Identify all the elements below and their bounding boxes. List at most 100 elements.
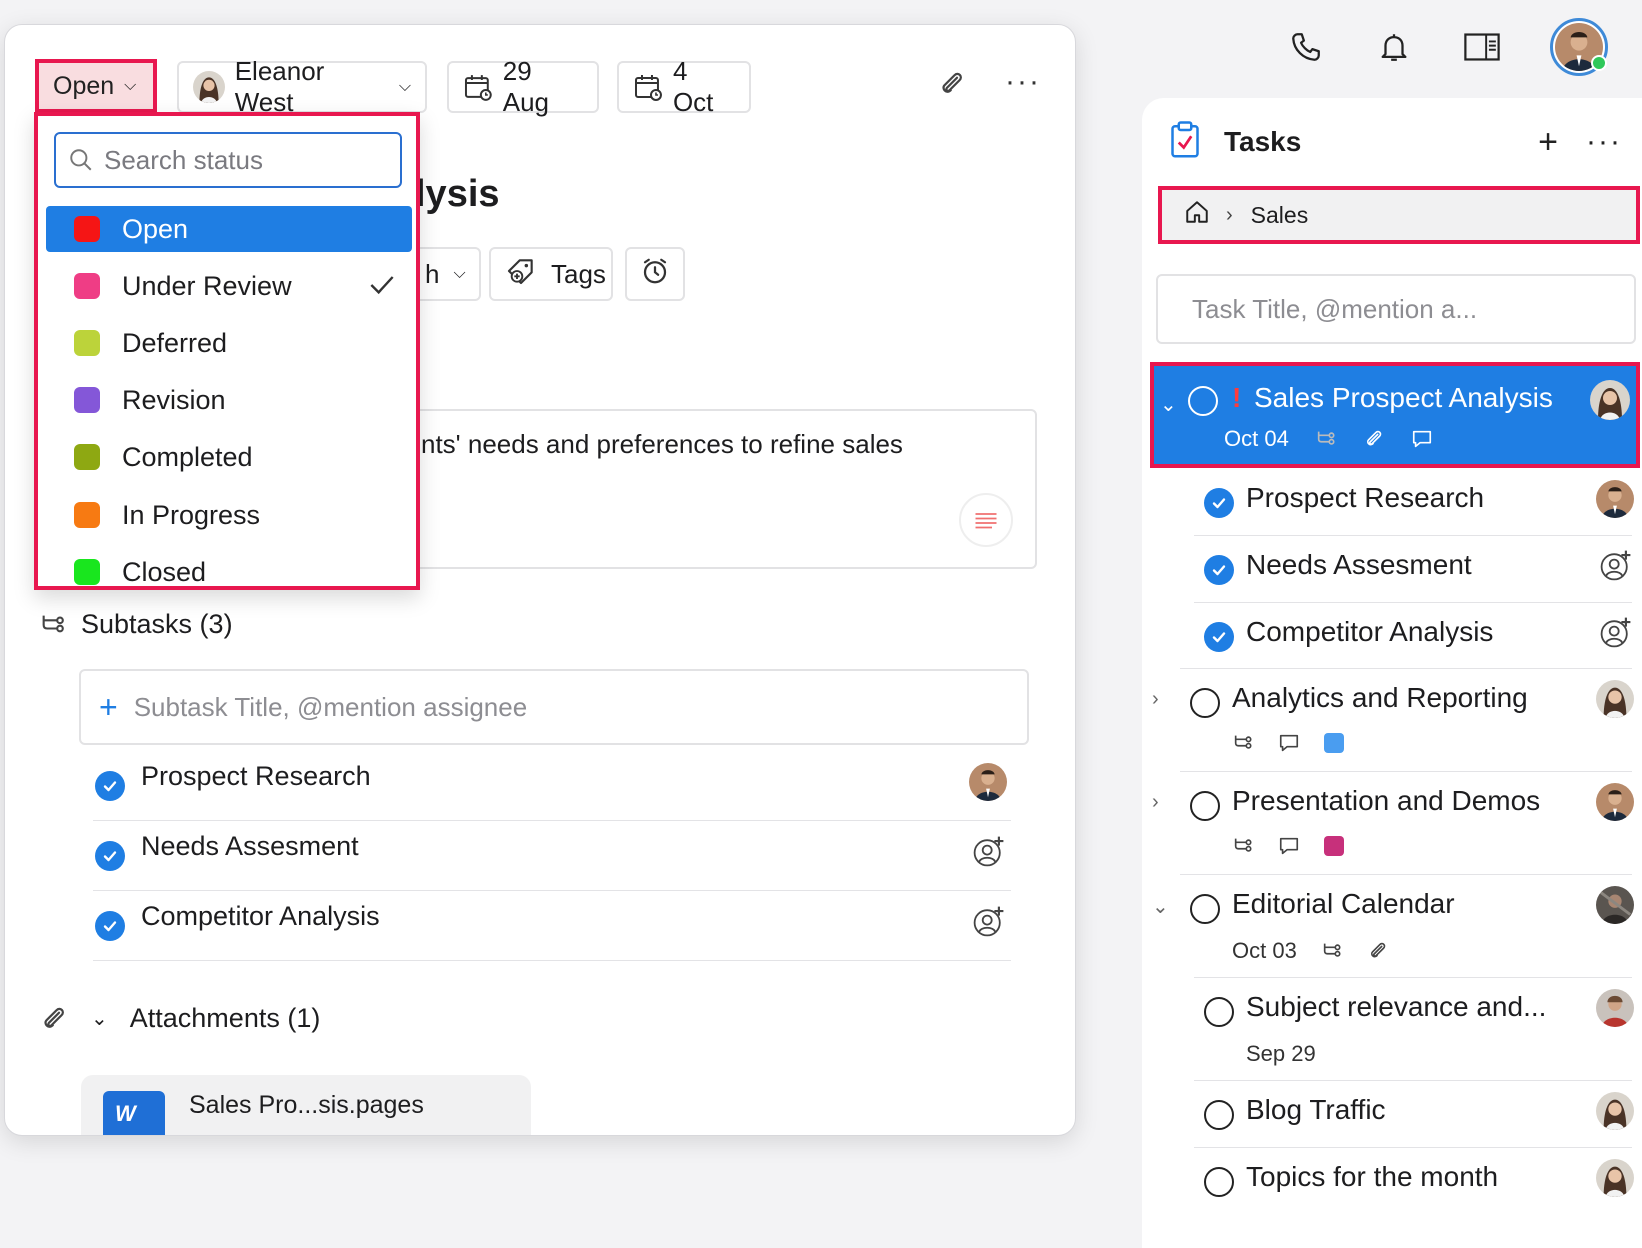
add-assignee-icon[interactable] (971, 903, 1007, 944)
start-date: 29 Aug (502, 56, 549, 117)
status-color-swatch (74, 273, 100, 299)
task-row[interactable]: Topics for the month (1142, 1147, 1642, 1215)
task-title[interactable]: lysis (415, 173, 500, 216)
add-task-icon[interactable]: + (1538, 125, 1558, 159)
task-done-check[interactable] (1204, 488, 1234, 518)
more-options-icon[interactable]: ··· (1586, 127, 1622, 157)
subtask-name: Prospect Research (141, 761, 371, 791)
status-color-swatch (74, 387, 100, 413)
home-icon[interactable] (1184, 199, 1210, 231)
task-done-check[interactable] (1204, 622, 1234, 652)
calendar-icon (633, 72, 663, 102)
status-search-input[interactable]: Search status (54, 132, 402, 188)
reminder-button[interactable] (625, 247, 685, 301)
task-row[interactable]: Competitor Analysis (1142, 602, 1642, 670)
selected-task-row[interactable]: ⌄ ! Sales Prospect Analysis Oct 04 (1150, 362, 1640, 468)
task-name: Competitor Analysis (1246, 616, 1494, 647)
status-option-label: In Progress (122, 499, 261, 530)
task-status-circle[interactable] (1190, 894, 1220, 924)
task-row[interactable]: Needs Assesment (1142, 535, 1642, 603)
status-color-swatch (74, 559, 100, 585)
assignee-chip[interactable]: Eleanor West ⌵ (177, 56, 427, 117)
add-assignee-icon[interactable] (1598, 547, 1634, 590)
pages-file-icon: W (103, 1091, 165, 1135)
task-status-circle[interactable] (1188, 386, 1218, 416)
task-meta: Oct 03 (1232, 938, 1389, 964)
task-row[interactable]: › Analytics and Reporting (1142, 668, 1642, 772)
task-row[interactable]: ⌄ Editorial Calendar Oct 03 (1142, 874, 1642, 978)
plus-icon: + (99, 688, 118, 725)
chevron-down-icon: ⌵ (398, 78, 411, 95)
breadcrumb-sales[interactable]: Sales (1251, 202, 1309, 229)
start-date-chip[interactable]: 29 Aug (447, 56, 599, 117)
subtask-row[interactable]: Prospect Research (93, 751, 1011, 821)
phone-icon[interactable] (1286, 27, 1326, 67)
avatar (1590, 380, 1630, 420)
subtask-done-check[interactable] (95, 771, 125, 801)
comment-icon (1412, 430, 1431, 448)
task-title-input[interactable]: Task Title, @mention a... (1156, 274, 1636, 344)
subtask-done-check[interactable] (95, 911, 125, 941)
chevron-down-icon[interactable]: ⌄ (1152, 894, 1169, 919)
status-option-deferred[interactable]: Deferred (46, 320, 412, 366)
task-status-circle[interactable] (1204, 1167, 1234, 1197)
tasks-title: Tasks (1224, 126, 1302, 157)
divider (1194, 1080, 1632, 1081)
status-option-revision[interactable]: Revision (46, 377, 412, 423)
add-assignee-icon[interactable] (971, 833, 1007, 874)
task-row[interactable]: Blog Traffic (1142, 1080, 1642, 1148)
status-option-closed[interactable]: Closed (46, 549, 412, 586)
task-row[interactable]: Subject relevance and... Sep 29 (1142, 977, 1642, 1081)
status-option-label: Open (122, 213, 189, 244)
subtask-row[interactable]: Competitor Analysis (93, 891, 1011, 961)
attachment-icon (39, 1004, 69, 1034)
status-option-in-progress[interactable]: In Progress (46, 492, 412, 538)
divider (1194, 977, 1632, 978)
task-row[interactable]: › Presentation and Demos (1142, 771, 1642, 875)
chevron-down-icon[interactable]: ⌄ (1160, 392, 1177, 417)
comment-icon (1278, 835, 1300, 857)
status-option-under-review[interactable]: Under Review (46, 263, 412, 309)
subtask-icon (1315, 428, 1337, 450)
more-options-icon[interactable]: ··· (1005, 65, 1041, 99)
status-dropdown-menu: Search status Open Under Review Deferred… (34, 112, 420, 590)
task-date: Oct 04 (1224, 426, 1289, 451)
sidebar-panel-icon[interactable] (1462, 27, 1502, 67)
attachments-title[interactable]: Attachments (1) (130, 1003, 321, 1034)
task-status-circle[interactable] (1190, 688, 1220, 718)
task-done-check[interactable] (1204, 555, 1234, 585)
status-dropdown-button[interactable]: Open ⌵ (35, 59, 157, 113)
add-assignee-icon[interactable] (1598, 614, 1634, 657)
subtask-row[interactable]: Needs Assesment (93, 821, 1011, 891)
chevron-down-icon[interactable]: ⌄ (91, 1006, 108, 1031)
chevron-right-icon[interactable]: › (1152, 688, 1159, 711)
task-meta (1232, 835, 1344, 857)
description-box[interactable]: nts' needs and preferences to refine sal… (365, 409, 1037, 569)
task-row[interactable]: Prospect Research (1142, 476, 1642, 536)
tag-swatch (1324, 733, 1344, 753)
task-date: Oct 03 (1232, 938, 1297, 963)
assignee-name: Eleanor West (234, 56, 325, 117)
status-option-label: Revision (122, 384, 226, 415)
avatar (969, 763, 1007, 801)
task-name: Prospect Research (1246, 482, 1485, 513)
tasks-header: Tasks + ··· (1170, 120, 1622, 164)
attachment-card[interactable]: W Sales Pro...sis.pages (81, 1075, 531, 1135)
avatar (1596, 886, 1634, 924)
avatar (1596, 989, 1634, 1027)
attachment-icon[interactable] (937, 69, 967, 107)
breadcrumb: › Sales (1158, 186, 1640, 244)
user-avatar[interactable] (1550, 18, 1608, 76)
task-status-circle[interactable] (1204, 1100, 1234, 1130)
chevron-right-icon[interactable]: › (1152, 791, 1159, 814)
status-option-open[interactable]: Open (46, 206, 412, 252)
task-status-circle[interactable] (1204, 997, 1234, 1027)
status-option-completed[interactable]: Completed (46, 434, 412, 480)
tags-button[interactable]: Tags (489, 247, 613, 301)
subtask-done-check[interactable] (95, 841, 125, 871)
subtask-input[interactable]: + Subtask Title, @mention assignee (79, 669, 1029, 745)
subtask-icon (1232, 835, 1254, 857)
task-status-circle[interactable] (1190, 791, 1220, 821)
bell-icon[interactable] (1374, 27, 1414, 67)
due-date-chip[interactable]: 4 Oct (617, 56, 751, 117)
